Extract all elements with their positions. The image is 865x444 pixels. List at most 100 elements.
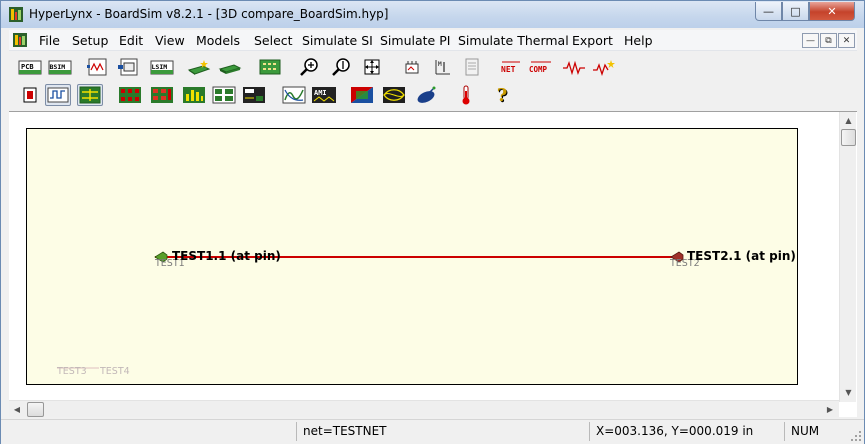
mdi-restore-button[interactable]: ⧉ (820, 33, 837, 48)
pcb-icon: PCB (18, 60, 42, 75)
open-lsim-button[interactable]: LSIM (149, 56, 175, 78)
faint-ref-label-a: TEST3 (57, 366, 87, 377)
minimize-button[interactable]: — (755, 2, 782, 21)
ddr-wizard-button[interactable] (241, 84, 267, 106)
menu-setup[interactable]: Setup (72, 33, 108, 48)
help-icon: ? (496, 84, 508, 106)
resize-grip-icon[interactable] (850, 430, 862, 442)
horizontal-scrollbar[interactable]: ◀ ▶ (9, 400, 839, 417)
close-icon: ✕ (842, 35, 851, 46)
thermometer-icon (462, 85, 470, 105)
application-window: HyperLynx - BoardSim v8.2.1 - [3D compar… (0, 0, 865, 444)
batch-crosstalk-button[interactable] (149, 84, 175, 106)
menu-file[interactable]: File (39, 33, 60, 48)
secondary-toolbar: AMI ? (9, 81, 857, 109)
frequency-plot-icon (282, 86, 306, 104)
pin-label-right[interactable]: TEST2.1 (at pin) (687, 249, 796, 263)
net-report-button[interactable]: NET (499, 56, 525, 78)
minimize-icon: — (763, 4, 774, 18)
net-explorer-button[interactable] (413, 84, 439, 106)
thermal-map-button[interactable] (349, 84, 375, 106)
board-wizard-icon (187, 60, 211, 75)
green-board-icon (259, 59, 281, 75)
document-icon[interactable] (13, 33, 27, 47)
edit-model-button[interactable] (399, 56, 425, 78)
pin-label-left[interactable]: TEST1.1 (at pin) (172, 249, 281, 263)
waveform-document-icon (87, 58, 107, 76)
scroll-down-arrow-icon[interactable]: ▼ (840, 384, 857, 400)
menu-simulate-thermal[interactable]: Simulate Thermal (458, 33, 569, 48)
net-icon: NET (501, 61, 520, 74)
oscilloscope-button[interactable] (45, 84, 71, 106)
component-view-button[interactable] (257, 56, 283, 78)
zoom-fit-icon (364, 59, 380, 75)
stop-button[interactable] (17, 84, 43, 106)
maximize-button[interactable]: □ (782, 2, 809, 21)
batch-mode-button[interactable] (181, 84, 207, 106)
menu-simulate-si[interactable]: Simulate SI (302, 33, 373, 48)
board-view-area[interactable]: TEST1 TEST2 TEST1.1 (at pin) TEST2.1 (at… (9, 111, 857, 417)
zoom-out-button[interactable] (329, 56, 355, 78)
thermal-map-icon (351, 87, 373, 103)
scroll-left-arrow-icon[interactable]: ◀ (9, 401, 25, 418)
comp-icon-label: COMP (529, 65, 548, 74)
component-report-button[interactable]: COMP (529, 56, 555, 78)
stop-icon (23, 87, 37, 103)
stackup-button[interactable] (115, 56, 141, 78)
close-button[interactable]: ✕ (809, 2, 855, 21)
eye-batch-button[interactable] (211, 84, 237, 106)
thermal-button[interactable] (453, 84, 479, 106)
component-document-icon (118, 58, 138, 76)
faint-ref-label-b: TEST4 (100, 366, 130, 377)
context-help-button[interactable]: ? (489, 84, 515, 106)
zoom-in-button[interactable] (297, 56, 323, 78)
board-sim-button[interactable] (77, 84, 103, 106)
bsim-icon: BSIM (48, 60, 72, 75)
menu-bar: File Setup Edit View Models Select Simul… (9, 30, 857, 51)
menu-view[interactable]: View (155, 33, 185, 48)
terminator-wizard-button[interactable] (591, 56, 617, 78)
board-view-button[interactable] (217, 56, 243, 78)
vertical-scrollbar[interactable]: ▲ ▼ (839, 112, 856, 402)
bsim-icon-label: BSIM (50, 63, 66, 71)
menu-export[interactable]: Export (572, 33, 613, 48)
zoom-fit-button[interactable] (359, 56, 385, 78)
assign-model-button[interactable]: M (429, 56, 455, 78)
lsim-icon: LSIM (150, 60, 174, 75)
terminator-wizard-icon (593, 60, 615, 76)
report-button[interactable] (459, 56, 485, 78)
crosstalk-button[interactable] (117, 84, 143, 106)
menu-models[interactable]: Models (196, 33, 240, 48)
scroll-up-arrow-icon[interactable]: ▲ (840, 112, 857, 128)
sparameter-button[interactable] (281, 84, 307, 106)
zoom-in-icon (300, 58, 318, 76)
open-bsim-button[interactable]: BSIM (47, 56, 73, 78)
ami-icon: AMI (312, 87, 336, 103)
title-bar[interactable]: HyperLynx - BoardSim v8.2.1 - [3D compar… (1, 1, 864, 28)
batch-bars-icon (183, 87, 205, 103)
menu-select[interactable]: Select (254, 33, 293, 48)
eye-diagram-button[interactable] (381, 84, 407, 106)
close-icon: ✕ (827, 4, 837, 18)
mdi-close-button[interactable]: ✕ (838, 33, 855, 48)
menu-simulate-pi[interactable]: Simulate PI (380, 33, 450, 48)
status-coordinates: X=003.136, Y=000.019 in (589, 422, 784, 441)
horizontal-scroll-thumb[interactable] (27, 402, 44, 417)
resistor-button[interactable] (561, 56, 587, 78)
mdi-minimize-button[interactable]: — (802, 33, 819, 48)
vertical-scroll-thumb[interactable] (841, 129, 856, 146)
crosstalk-icon (119, 87, 141, 103)
board-wizard-button[interactable] (186, 56, 212, 78)
menu-help[interactable]: Help (624, 33, 653, 48)
open-pcb-button[interactable]: PCB (17, 56, 43, 78)
restore-icon: ⧉ (825, 35, 832, 46)
component-grid-icon (212, 86, 236, 104)
ddr-board-icon (243, 87, 265, 103)
menu-edit[interactable]: Edit (119, 33, 143, 48)
schematic-button[interactable] (85, 56, 111, 78)
scroll-right-arrow-icon[interactable]: ▶ (822, 401, 838, 418)
ami-button[interactable]: AMI (311, 84, 337, 106)
eye-diagram-icon (383, 87, 405, 103)
maximize-icon: □ (790, 4, 801, 18)
board-outline[interactable]: TEST1 TEST2 TEST1.1 (at pin) TEST2.1 (at… (26, 128, 798, 385)
